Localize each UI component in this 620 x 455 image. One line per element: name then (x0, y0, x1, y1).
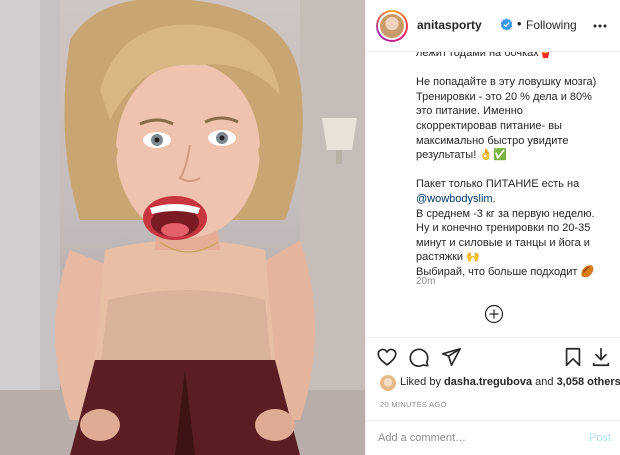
liker-username[interactable]: dasha.tregubova (444, 376, 532, 388)
author-username[interactable]: anitasporty (417, 18, 482, 32)
author-avatar-story-ring[interactable] (376, 10, 408, 42)
heart-icon[interactable] (376, 346, 398, 368)
post-comment-button[interactable]: Post (589, 432, 611, 444)
caption-line: минут и силовые и танцы и йога и (416, 236, 590, 249)
post-details-panel: anitasporty • Following лежит годами на … (365, 0, 620, 455)
liked-by-prefix: Liked by (400, 376, 441, 388)
caption-line: это питание. Именно (416, 105, 523, 118)
avatar[interactable] (378, 12, 406, 40)
mention-suffix: . (492, 192, 496, 205)
likes-summary: Liked by dasha.tregubova and 3,058 other… (400, 376, 620, 388)
caption-area: лежит годами на бочках🍟 Не попадайте в э… (366, 52, 620, 335)
likes-and: and (535, 376, 554, 388)
bookmark-icon[interactable] (562, 346, 584, 368)
caption-time-ago: 20m (416, 276, 436, 287)
caption-line (416, 163, 612, 178)
more-horizontal-icon[interactable] (592, 18, 608, 34)
header-separator: • (517, 16, 522, 31)
portrait-illustration (0, 0, 365, 455)
caption-line: лежит годами на бочках🍟 (416, 52, 553, 59)
plus-circle-icon[interactable] (484, 304, 504, 324)
caption-line: Тренировки - это 20 % дела и 80% (416, 90, 592, 103)
caption-line: Пакет только ПИТАНИЕ есть на (416, 178, 580, 191)
caption-text: лежит годами на бочках🍟 Не попадайте в э… (416, 52, 612, 280)
caption-line: растяжки 🙌 (416, 251, 480, 264)
caption-line-mention: @wowbodyslim. (416, 192, 612, 207)
caption-line: Ну и конечно тренировки по 20-35 (416, 222, 591, 235)
post-photo[interactable] (0, 0, 365, 455)
mention-link[interactable]: @wowbodyslim (416, 193, 493, 205)
caption-line (416, 61, 612, 76)
caption-line: результаты! 👌✅ (416, 149, 507, 162)
post-timestamp[interactable]: 20 MINUTES AGO (380, 400, 447, 409)
verified-badge-icon (500, 18, 513, 31)
download-icon[interactable] (590, 346, 612, 368)
caption-line: скорректировав питание- вы (416, 119, 562, 132)
caption-line: В среднем -3 кг за первую неделю. (416, 207, 595, 220)
liker-avatar[interactable] (380, 375, 396, 391)
following-button[interactable]: Following (526, 18, 577, 32)
comment-input[interactable] (378, 430, 578, 446)
caption-line: Выбирай, что больше подходит 🏉 (416, 265, 595, 278)
caption-line: максимально быстро увидите (416, 134, 569, 147)
paper-plane-icon[interactable] (440, 346, 462, 368)
comment-bar: Post (366, 420, 620, 455)
likes-others-link[interactable]: 3,058 others (557, 376, 620, 388)
comment-icon[interactable] (408, 346, 430, 368)
post-header: anitasporty • Following (366, 0, 620, 52)
caption-line: Не попадайте в эту ловушку мозга) (416, 76, 597, 89)
